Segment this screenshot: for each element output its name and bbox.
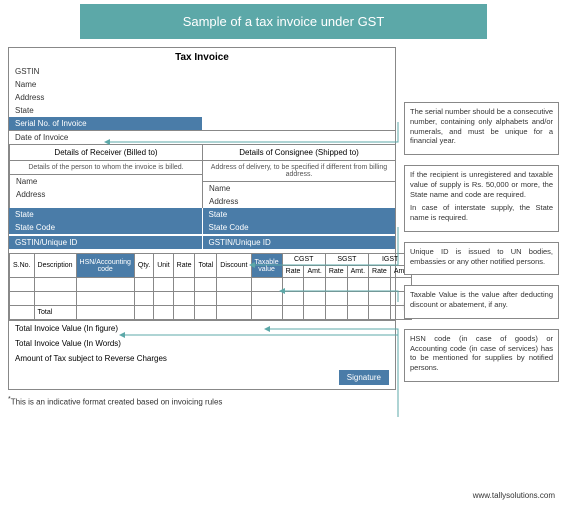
note-state: If the recipient is unregistered and tax… [404, 165, 559, 232]
th-cgst-amt: Amt. [304, 266, 325, 278]
invoice-title: Tax Invoice [9, 48, 395, 65]
th-desc: Description [34, 254, 76, 278]
receiver-name: Name [10, 175, 202, 188]
receiver-header: Details of Receiver (Billed to) [10, 145, 202, 161]
note-serial: The serial number should be a consecutiv… [404, 102, 559, 155]
th-qty: Qty. [134, 254, 153, 278]
items-table: S.No. Description HSN/Accounting code Qt… [9, 253, 412, 320]
statecode-row: State Code State Code [9, 221, 395, 234]
consignee-address: Address [203, 195, 395, 208]
table-header-row: S.No. Description HSN/Accounting code Qt… [10, 254, 412, 266]
consignee-header: Details of Consignee (Shipped to) [203, 145, 395, 161]
table-row [10, 278, 412, 292]
th-sno: S.No. [10, 254, 35, 278]
th-sgst: SGST [325, 254, 368, 266]
th-sgst-amt: Amt. [347, 266, 368, 278]
th-cgst-rate: Rate [282, 266, 304, 278]
field-state: State [9, 104, 395, 117]
consignee-gstin: GSTIN/Unique ID [203, 236, 396, 249]
field-address: Address [9, 91, 395, 104]
signature-box: Signature [339, 370, 389, 385]
consignee-state: State [203, 208, 396, 221]
field-gstin: GSTIN [9, 65, 395, 78]
field-name: Name [9, 78, 395, 91]
receiver-state: State [9, 208, 203, 221]
party-columns: Details of Receiver (Billed to) Details … [9, 144, 395, 208]
note-hsn: HSN code (in case of goods) or Accountin… [404, 329, 559, 382]
field-date: Date of Invoice [9, 130, 395, 144]
consignee-sub: Address of delivery, to be specified if … [203, 161, 395, 182]
consignee-col: Details of Consignee (Shipped to) Addres… [202, 144, 395, 208]
receiver-statecode: State Code [9, 221, 203, 234]
table-row [10, 292, 412, 306]
consignee-name: Name [203, 182, 395, 195]
page-header: Sample of a tax invoice under GST [80, 4, 487, 39]
receiver-col: Details of Receiver (Billed to) Details … [9, 144, 202, 208]
field-serial: Serial No. of Invoice [9, 117, 202, 130]
th-cgst: CGST [282, 254, 325, 266]
state-row: State State [9, 208, 395, 221]
th-discount: Discount [217, 254, 251, 278]
annotations: The serial number should be a consecutiv… [404, 102, 559, 392]
th-total: Total [195, 254, 217, 278]
footnote: *This is an indicative format created ba… [0, 390, 567, 413]
consignee-statecode: State Code [203, 221, 396, 234]
receiver-address: Address [10, 188, 202, 201]
gstin-row: GSTIN/Unique ID GSTIN/Unique ID [9, 236, 395, 249]
th-igst-rate: Rate [369, 266, 391, 278]
th-rate: Rate [173, 254, 195, 278]
source-url: www.tallysolutions.com [473, 491, 555, 500]
th-taxable: Taxable value [251, 254, 282, 278]
summary-figure: Total Invoice Value (In figure) [9, 320, 395, 336]
th-hsn: HSN/Accounting code [76, 254, 134, 278]
table-total-row: Total [10, 306, 412, 320]
note-uniqueid: Unique ID is issued to UN bodies, embass… [404, 242, 559, 276]
th-unit: Unit [154, 254, 173, 278]
receiver-sub: Details of the person to whom the invoic… [10, 161, 202, 175]
summary-reverse: Amount of Tax subject to Reverse Charges [9, 351, 395, 366]
receiver-gstin: GSTIN/Unique ID [9, 236, 203, 249]
note-taxable: Taxable Value is the value after deducti… [404, 285, 559, 319]
summary-words: Total Invoice Value (In Words) [9, 336, 395, 351]
th-sgst-rate: Rate [325, 266, 347, 278]
total-label: Total [34, 306, 76, 320]
invoice-form: Tax Invoice GSTIN Name Address State Ser… [8, 47, 396, 390]
